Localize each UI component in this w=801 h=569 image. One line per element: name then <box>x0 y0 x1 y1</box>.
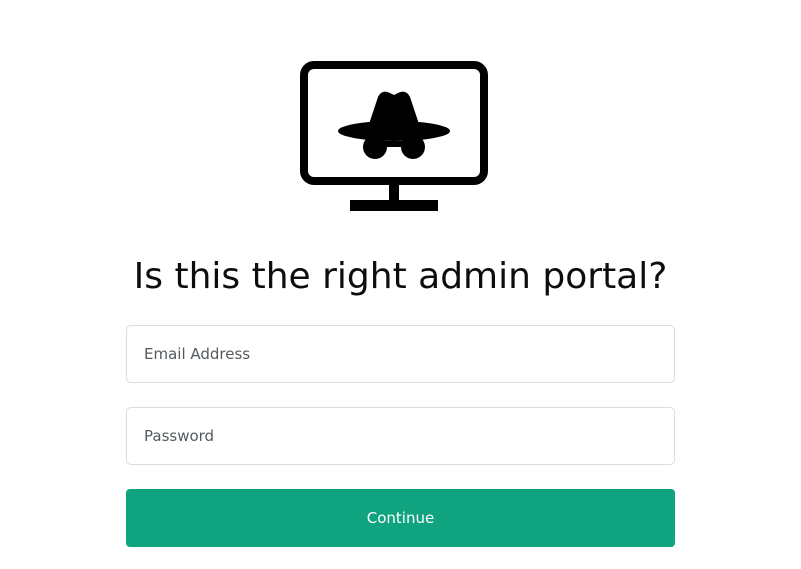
continue-button[interactable]: Continue <box>126 489 675 547</box>
incognito-monitor-icon <box>300 61 488 211</box>
page-title: Is this the right admin portal? <box>133 256 668 297</box>
password-field[interactable] <box>126 407 675 465</box>
email-field[interactable] <box>126 325 675 383</box>
